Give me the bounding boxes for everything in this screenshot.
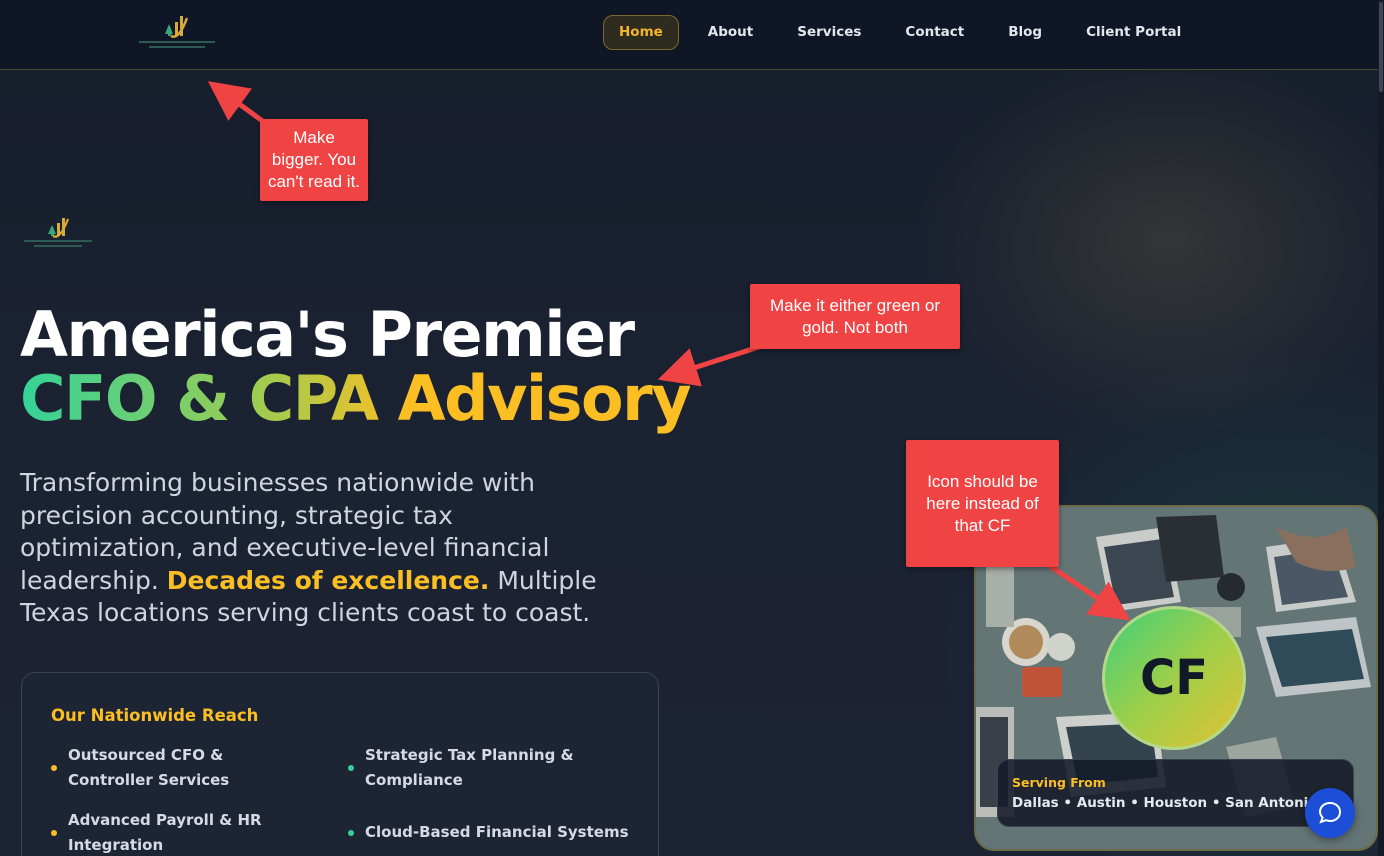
subtext-highlight: Decades of excellence. [166,565,490,595]
nav-home[interactable]: Home [603,15,679,50]
hero-headline-line2: CFO & CPA Advisory [20,362,692,435]
hero-headline-line1: America's Premier [20,298,635,371]
annotation-note: Make it either green or gold. Not both [750,284,960,349]
serving-from-box: Serving From Dallas • Austin • Houston •… [997,759,1354,827]
nav-client-portal[interactable]: Client Portal [1071,15,1196,50]
finance-growth-logo-icon [139,16,215,48]
scrollbar-thumb[interactable] [1379,2,1383,92]
nav-blog[interactable]: Blog [993,15,1057,50]
nav-logo[interactable] [135,10,219,56]
chat-bubble-icon [1318,801,1342,824]
reach-title: Our Nationwide Reach [51,706,259,725]
reach-item-label: Advanced Payroll & HR Integration [68,811,262,854]
cf-badge: CF [1102,606,1246,750]
annotation-note: Make bigger. You can't read it. [260,119,368,201]
nav-contact[interactable]: Contact [890,15,979,50]
hero-subtext: Transforming businesses nationwide with … [20,467,620,630]
nav-services[interactable]: Services [782,15,876,50]
annotation-note: Icon should be here instead of that CF [906,440,1059,567]
finance-growth-logo-icon [24,218,92,247]
reach-item: Strategic Tax Planning & Compliance [348,743,608,793]
top-navbar: Home About Services Contact Blog Client … [0,0,1378,70]
page-scrollbar[interactable] [1378,0,1384,856]
bullet-dot-icon [51,830,57,836]
bullet-dot-icon [348,765,354,771]
reach-item-label: Strategic Tax Planning & Compliance [365,746,574,789]
reach-item-label: Outsourced CFO & Controller Services [68,746,230,789]
bullet-dot-icon [348,830,354,836]
nationwide-reach-card: Our Nationwide Reach Outsourced CFO & Co… [21,672,659,856]
nav-about[interactable]: About [693,15,768,50]
reach-item: Advanced Payroll & HR Integration [51,808,311,856]
serving-label: Serving From [1012,775,1106,790]
reach-item-label: Cloud-Based Financial Systems [365,823,629,841]
chat-button[interactable] [1305,788,1355,838]
serving-cities: Dallas • Austin • Houston • San Antonio [1012,795,1318,811]
bullet-dot-icon [51,765,57,771]
reach-item: Cloud-Based Financial Systems [348,820,638,845]
nav-links: Home About Services Contact Blog Client … [603,15,1210,50]
hero-logo [22,212,94,252]
reach-item: Outsourced CFO & Controller Services [51,743,311,793]
